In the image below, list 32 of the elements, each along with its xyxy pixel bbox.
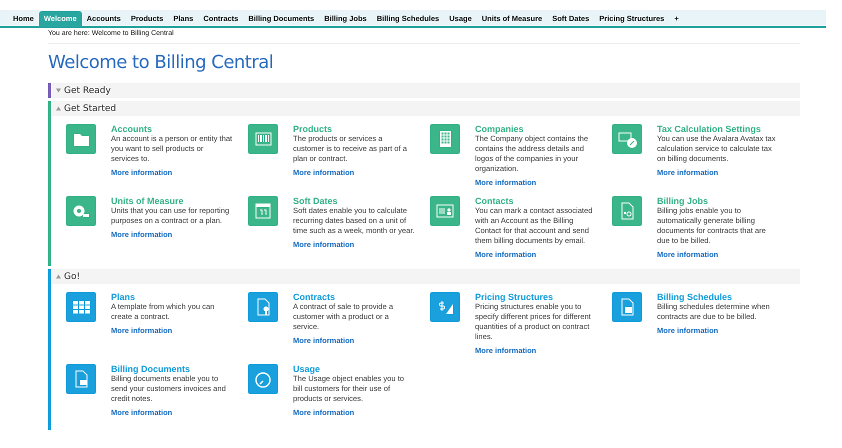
building-icon[interactable]: [430, 124, 460, 154]
item-title: Pricing Structures: [475, 292, 554, 302]
page-title: Welcome to Billing Central: [48, 52, 274, 73]
item-title: Products: [293, 124, 334, 134]
section-header[interactable]: Get Started: [51, 101, 800, 116]
document-icon[interactable]: [66, 364, 96, 394]
item-title: Companies: [475, 124, 525, 134]
item-title: Plans: [111, 292, 136, 302]
item-title: Units of Measure: [111, 196, 185, 206]
gauge-icon[interactable]: [248, 364, 278, 394]
item-title: Billing Jobs: [657, 196, 710, 206]
section-header[interactable]: Go!: [51, 269, 800, 284]
calendar-icon[interactable]: [248, 196, 278, 226]
up-triangle-icon: [56, 274, 61, 279]
grid-icon[interactable]: [66, 292, 96, 322]
down-triangle-icon: [56, 88, 61, 93]
section-header[interactable]: Get Ready: [51, 83, 800, 98]
item-title: Billing Schedules: [657, 292, 734, 302]
item-title: Usage: [293, 364, 322, 374]
section-title: Get Started: [64, 104, 116, 114]
contact-icon[interactable]: [430, 196, 460, 226]
section-title: Get Ready: [64, 86, 111, 96]
folder-icon[interactable]: [66, 124, 96, 154]
item-title: Accounts: [111, 124, 154, 134]
up-triangle-icon: [56, 106, 61, 111]
item-title: Contacts: [475, 196, 515, 206]
item-title: Contracts: [293, 292, 336, 302]
item-title: Soft Dates: [293, 196, 339, 206]
barcode-icon[interactable]: [248, 124, 278, 154]
section-title: Go!: [64, 272, 80, 282]
item-title: Billing Documents: [111, 364, 192, 374]
item-title: Tax Calculation Settings: [657, 124, 762, 134]
